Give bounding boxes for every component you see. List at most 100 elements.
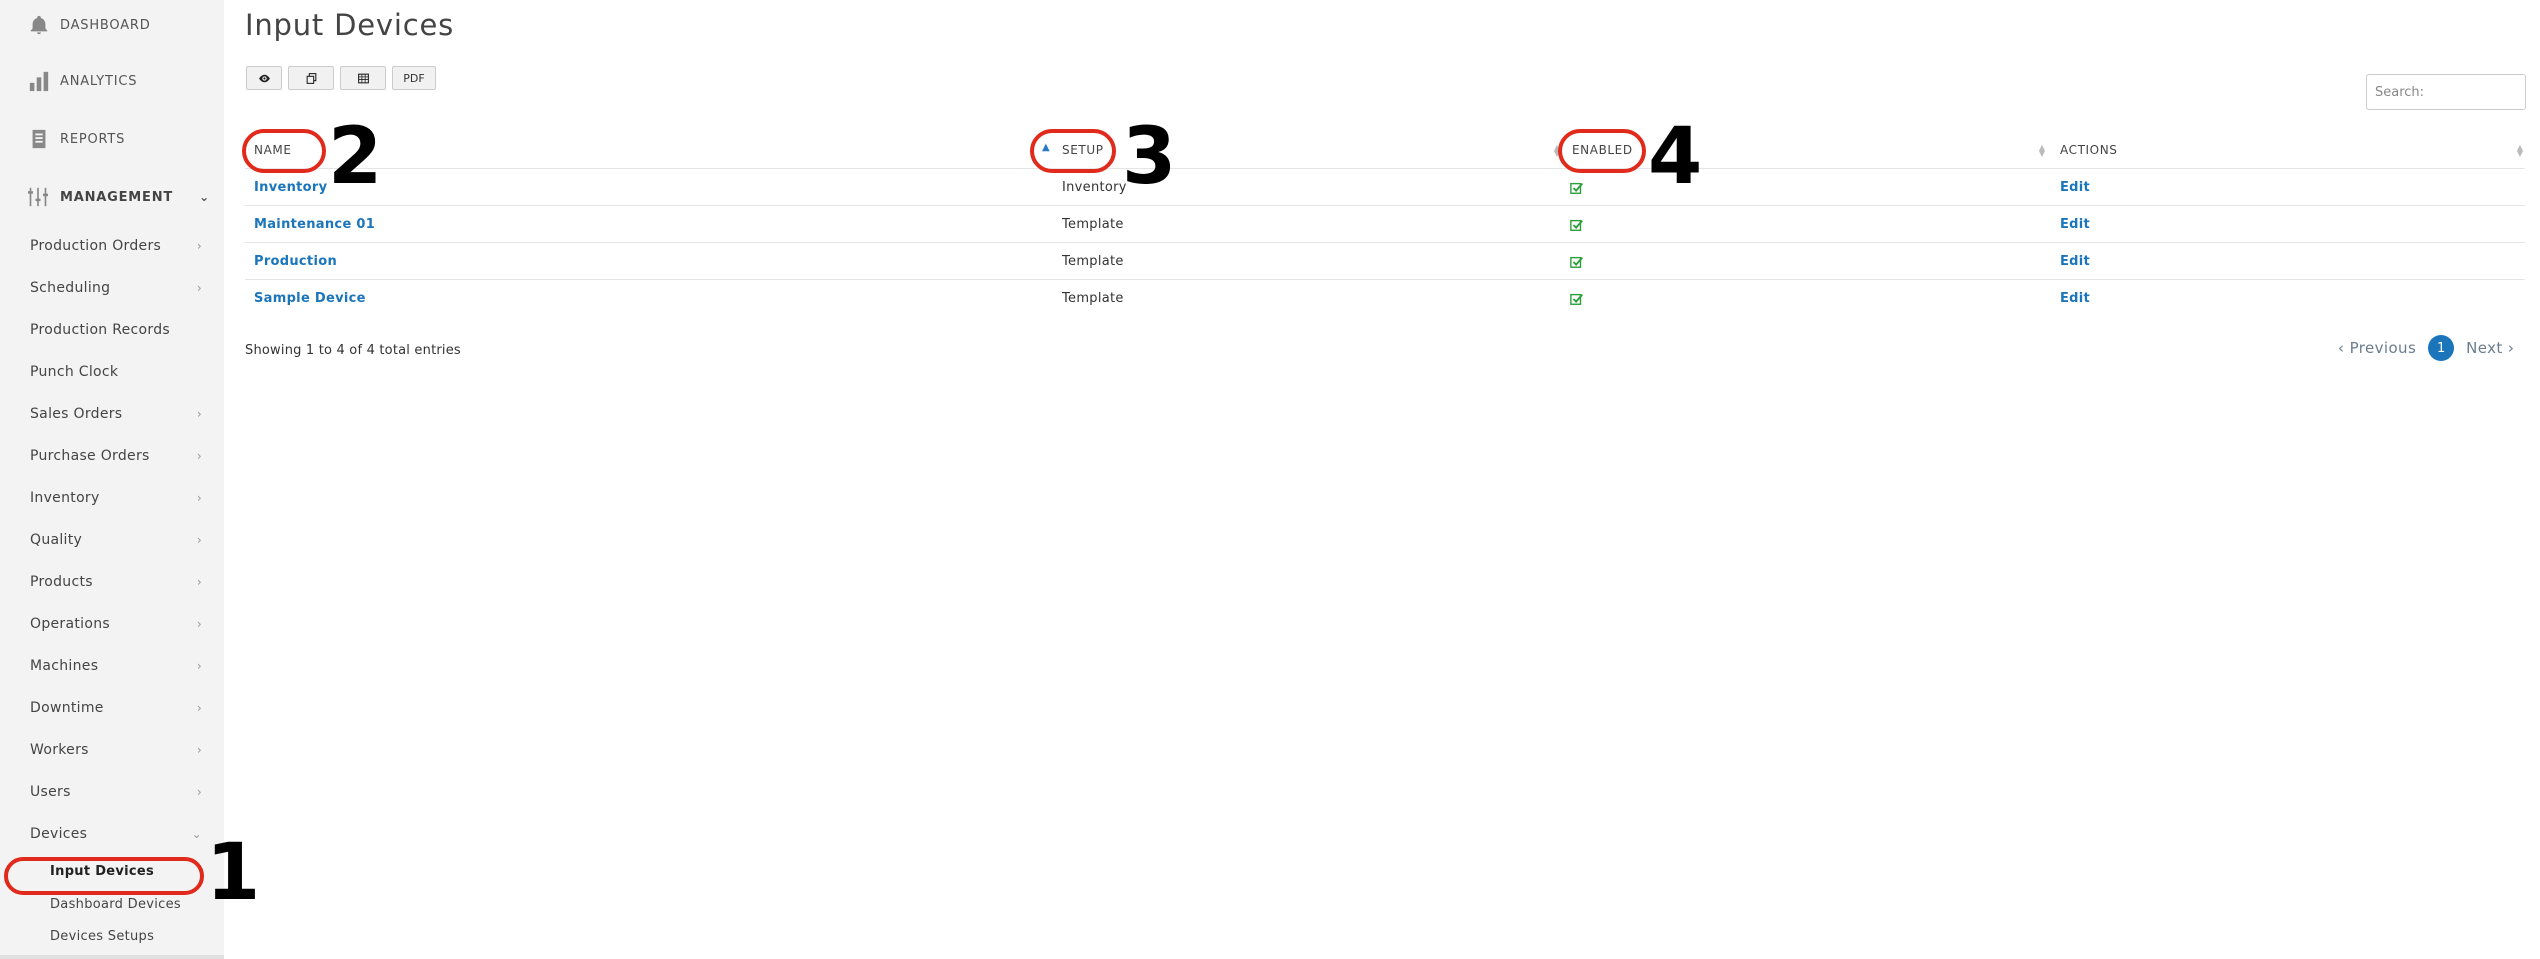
device-name-link[interactable]: Maintenance 01 bbox=[254, 217, 375, 232]
annotation-number-4: 4 bbox=[1648, 112, 1703, 202]
bell-icon bbox=[30, 15, 48, 35]
sidebar-item-devices[interactable]: Devices ⌄ bbox=[30, 826, 202, 842]
sidebar-item-workers[interactable]: Workers › bbox=[30, 742, 202, 758]
sidebar-item-label: Devices bbox=[30, 826, 88, 842]
device-setup: Template bbox=[1062, 217, 1124, 232]
csv-button[interactable] bbox=[340, 66, 386, 90]
sidebar-item-label: Machines bbox=[30, 658, 99, 674]
sidebar-item-label: Inventory bbox=[30, 490, 100, 506]
management-icon bbox=[28, 187, 48, 207]
pdf-button[interactable]: PDF bbox=[392, 66, 436, 90]
annotation-ellipse-1 bbox=[4, 857, 204, 895]
sidebar-item-label: Quality bbox=[30, 532, 83, 548]
device-name-link[interactable]: Production bbox=[254, 254, 337, 269]
table-header-divider bbox=[245, 168, 2525, 169]
device-setup: Inventory bbox=[1062, 180, 1127, 195]
chevron-right-icon: › bbox=[196, 239, 202, 253]
sidebar-item-sales-orders[interactable]: Sales Orders › bbox=[30, 406, 202, 422]
sidebar-item-label: Production Records bbox=[30, 322, 170, 338]
annotation-number-2: 2 bbox=[328, 112, 383, 202]
next-page-link[interactable]: Next › bbox=[2466, 339, 2514, 357]
edit-link[interactable]: Edit bbox=[2060, 291, 2090, 306]
sidebar-item-punch-clock[interactable]: Punch Clock bbox=[30, 364, 202, 380]
annotation-number-1: 1 bbox=[206, 828, 261, 918]
sidebar-item-label: ANALYTICS bbox=[60, 73, 138, 89]
chevron-right-icon: › bbox=[196, 281, 202, 295]
sort-icon[interactable]: ▲ ▼ bbox=[2038, 144, 2046, 158]
chevron-right-icon: › bbox=[196, 659, 202, 673]
device-setup: Template bbox=[1062, 291, 1124, 306]
copy-icon bbox=[306, 72, 316, 84]
edit-link[interactable]: Edit bbox=[2060, 254, 2090, 269]
chevron-down-icon: ⌄ bbox=[191, 827, 202, 841]
annotation-number-3: 3 bbox=[1122, 112, 1177, 202]
sidebar-divider bbox=[0, 955, 224, 959]
bar-chart-icon bbox=[29, 71, 49, 92]
chevron-right-icon: › bbox=[196, 533, 202, 547]
sidebar-item-dashboard[interactable]: DASHBOARD bbox=[28, 14, 151, 36]
sort-icon[interactable]: ▲ ▼ bbox=[2516, 144, 2524, 158]
sidebar: DASHBOARD ANALYTICS REPORTS MANAGEMENT ⌄… bbox=[0, 0, 224, 959]
sidebar-item-reports[interactable]: REPORTS bbox=[28, 128, 125, 150]
chevron-right-icon: › bbox=[196, 743, 202, 757]
sidebar-subitem-devices-setups[interactable]: Devices Setups bbox=[50, 929, 154, 944]
chevron-right-icon: › bbox=[196, 449, 202, 463]
sidebar-section-management[interactable]: MANAGEMENT ⌄ bbox=[28, 186, 210, 208]
sidebar-item-analytics[interactable]: ANALYTICS bbox=[28, 70, 137, 92]
sidebar-item-label: Users bbox=[30, 784, 71, 800]
management-label: MANAGEMENT bbox=[60, 189, 174, 205]
row-divider bbox=[245, 205, 2525, 206]
chevron-right-icon: › bbox=[196, 617, 202, 631]
page-title: Input Devices bbox=[245, 8, 454, 42]
edit-link[interactable]: Edit bbox=[2060, 217, 2090, 232]
chevron-right-icon: › bbox=[196, 407, 202, 421]
enabled-check-icon bbox=[1570, 219, 1583, 231]
sidebar-item-label: Punch Clock bbox=[30, 364, 119, 380]
enabled-check-icon bbox=[1570, 256, 1583, 268]
enabled-check-icon bbox=[1570, 182, 1583, 194]
sidebar-item-label: Scheduling bbox=[30, 280, 111, 296]
table-icon bbox=[357, 73, 369, 83]
sidebar-item-label: Production Orders bbox=[30, 238, 162, 254]
search-input[interactable] bbox=[2366, 74, 2526, 110]
sidebar-item-label: Workers bbox=[30, 742, 89, 758]
sidebar-item-quality[interactable]: Quality › bbox=[30, 532, 202, 548]
sidebar-item-production-orders[interactable]: Production Orders › bbox=[30, 238, 202, 254]
sidebar-item-products[interactable]: Products › bbox=[30, 574, 202, 590]
row-divider bbox=[245, 279, 2525, 280]
sidebar-item-machines[interactable]: Machines › bbox=[30, 658, 202, 674]
annotation-ellipse-2 bbox=[242, 129, 326, 173]
page-number-button[interactable]: 1 bbox=[2428, 335, 2455, 361]
sidebar-subitem-dashboard-devices[interactable]: Dashboard Devices bbox=[50, 897, 181, 912]
sidebar-item-label: Purchase Orders bbox=[30, 448, 150, 464]
sidebar-item-purchase-orders[interactable]: Purchase Orders › bbox=[30, 448, 202, 464]
device-setup: Template bbox=[1062, 254, 1124, 269]
view-button[interactable] bbox=[246, 66, 282, 90]
annotation-ellipse-3 bbox=[1030, 129, 1116, 173]
copy-button[interactable] bbox=[288, 66, 334, 90]
sidebar-item-label: Products bbox=[30, 574, 93, 590]
chevron-right-icon: › bbox=[196, 785, 202, 799]
chevron-right-icon: › bbox=[196, 701, 202, 715]
column-header-actions[interactable]: ACTIONS bbox=[2060, 143, 2118, 157]
chevron-right-icon: › bbox=[196, 575, 202, 589]
sidebar-item-downtime[interactable]: Downtime › bbox=[30, 700, 202, 716]
sidebar-item-label: Operations bbox=[30, 616, 110, 632]
sidebar-item-production-records[interactable]: Production Records bbox=[30, 322, 202, 338]
chevron-down-icon: ⌄ bbox=[199, 190, 210, 204]
row-divider bbox=[245, 242, 2525, 243]
sidebar-item-operations[interactable]: Operations › bbox=[30, 616, 202, 632]
device-name-link[interactable]: Inventory bbox=[254, 180, 327, 195]
sidebar-item-users[interactable]: Users › bbox=[30, 784, 202, 800]
enabled-check-icon bbox=[1570, 293, 1583, 305]
device-name-link[interactable]: Sample Device bbox=[254, 291, 366, 306]
eye-icon bbox=[258, 74, 270, 82]
sidebar-item-scheduling[interactable]: Scheduling › bbox=[30, 280, 202, 296]
previous-page-link[interactable]: ‹ Previous bbox=[2338, 339, 2416, 357]
sidebar-item-label: Sales Orders bbox=[30, 406, 123, 422]
annotation-ellipse-4 bbox=[1558, 129, 1646, 173]
entries-info: Showing 1 to 4 of 4 total entries bbox=[245, 343, 461, 358]
edit-link[interactable]: Edit bbox=[2060, 180, 2090, 195]
report-icon bbox=[32, 129, 46, 149]
sidebar-item-inventory[interactable]: Inventory › bbox=[30, 490, 202, 506]
